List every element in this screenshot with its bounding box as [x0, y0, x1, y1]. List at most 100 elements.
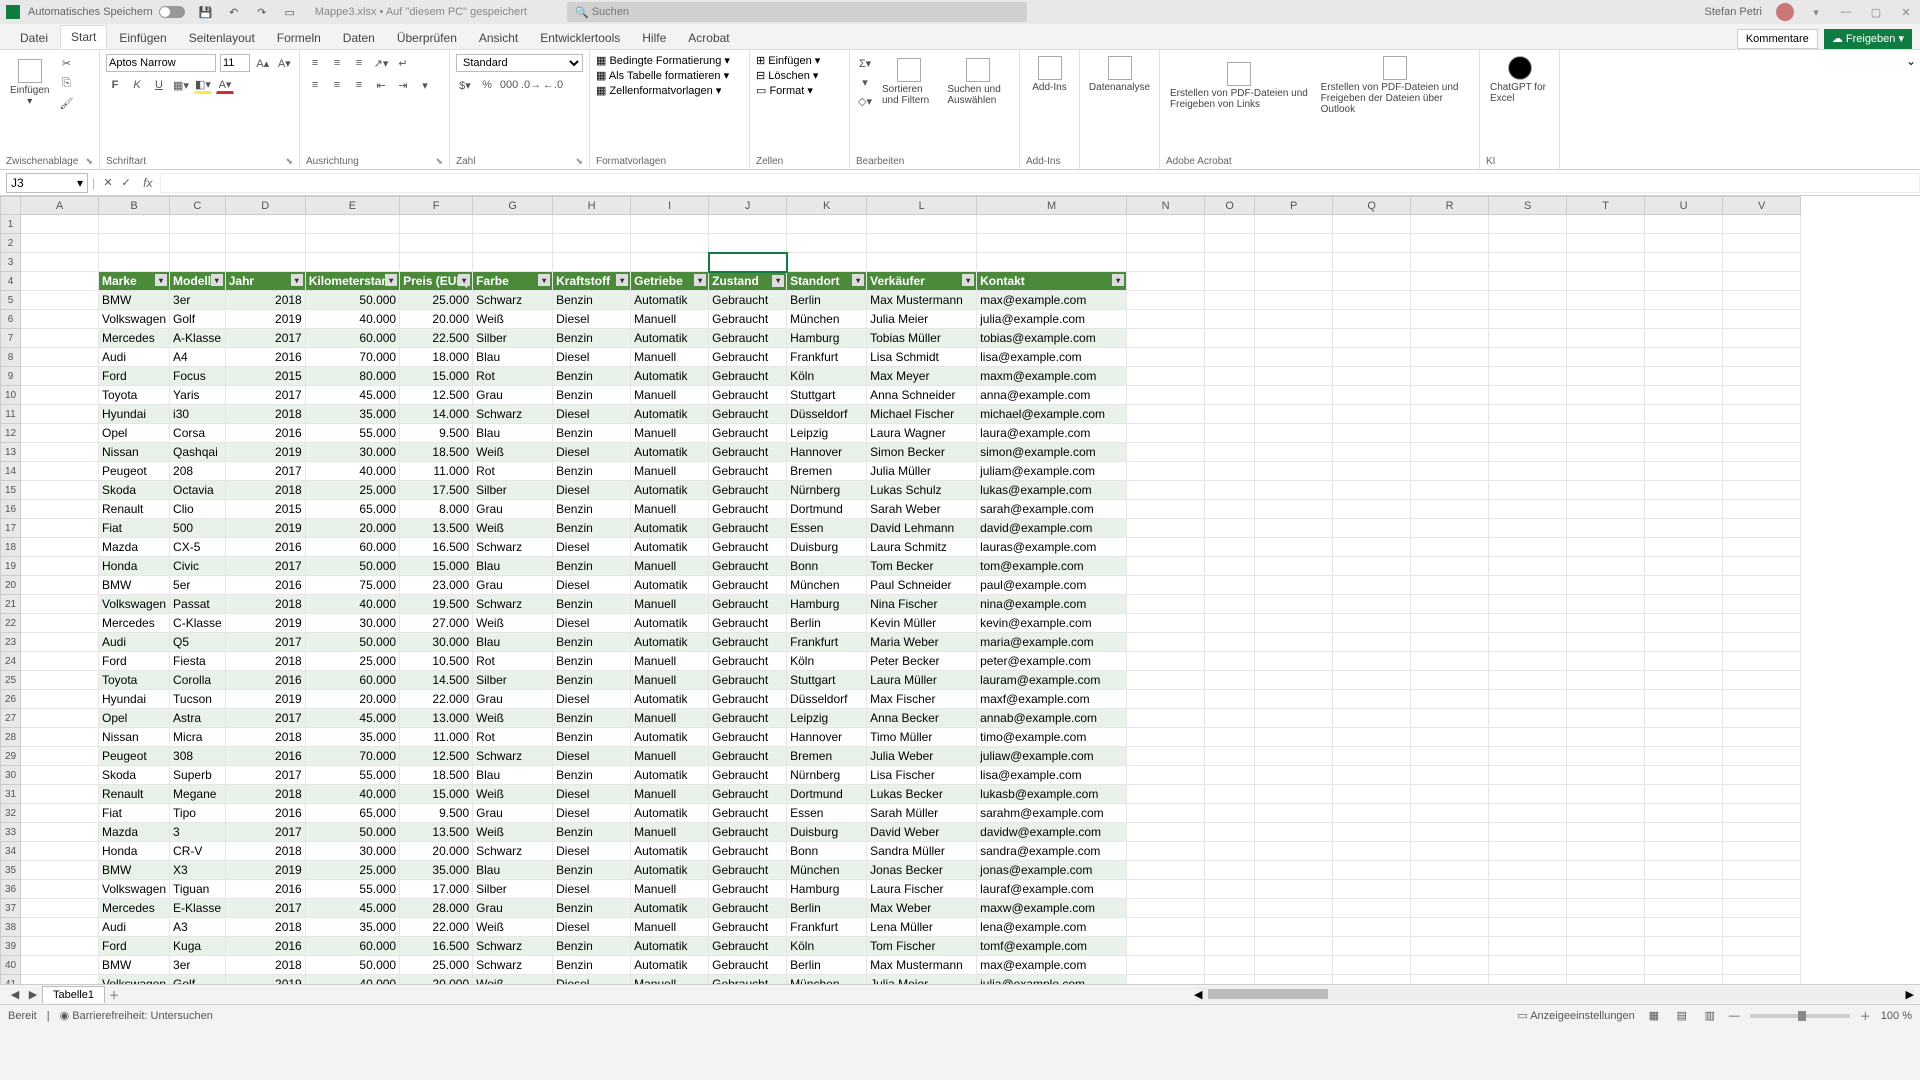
table-cell[interactable]: Automatik	[631, 861, 709, 880]
sort-filter-button[interactable]: Sortieren und Filtern	[878, 56, 939, 108]
row-header[interactable]: 8	[1, 348, 21, 367]
table-header[interactable]: Jahr▾	[225, 272, 305, 291]
cell[interactable]	[1567, 804, 1645, 823]
cell[interactable]	[1645, 367, 1723, 386]
table-cell[interactable]: maxf@example.com	[977, 690, 1127, 709]
cell[interactable]	[1205, 481, 1255, 500]
table-cell[interactable]: 2018	[225, 785, 305, 804]
cell[interactable]	[1645, 975, 1723, 985]
cell[interactable]	[1489, 975, 1567, 985]
table-cell[interactable]: Astra	[170, 709, 226, 728]
table-cell[interactable]: 14.500	[400, 671, 473, 690]
cell[interactable]	[1333, 215, 1411, 234]
table-cell[interactable]: 2018	[225, 842, 305, 861]
table-cell[interactable]: 25.000	[305, 481, 399, 500]
row-header[interactable]: 39	[1, 937, 21, 956]
cell[interactable]	[1205, 462, 1255, 481]
decrease-indent-icon[interactable]: ⇤	[372, 76, 390, 94]
cell[interactable]	[1567, 823, 1645, 842]
column-header[interactable]: D	[225, 197, 305, 215]
cell[interactable]	[1255, 728, 1333, 747]
table-cell[interactable]: Berlin	[787, 614, 867, 633]
table-cell[interactable]: Gebraucht	[709, 481, 787, 500]
table-cell[interactable]: tobias@example.com	[977, 329, 1127, 348]
decrease-font-icon[interactable]: A▾	[276, 54, 294, 72]
cell[interactable]	[1333, 804, 1411, 823]
cell[interactable]	[867, 253, 977, 272]
cell[interactable]	[631, 234, 709, 253]
cell[interactable]	[1411, 918, 1489, 937]
row-header[interactable]: 1	[1, 215, 21, 234]
table-cell[interactable]: Weiß	[473, 709, 553, 728]
cell[interactable]	[1127, 329, 1205, 348]
cell[interactable]	[1723, 937, 1801, 956]
table-cell[interactable]: Gebraucht	[709, 804, 787, 823]
table-cell[interactable]: 18.500	[400, 766, 473, 785]
cell[interactable]	[1127, 291, 1205, 310]
table-cell[interactable]: Laura Fischer	[867, 880, 977, 899]
table-cell[interactable]: Weiß	[473, 785, 553, 804]
column-header[interactable]: P	[1255, 197, 1333, 215]
cell[interactable]	[1723, 310, 1801, 329]
table-cell[interactable]: Automatik	[631, 633, 709, 652]
table-cell[interactable]: Manuell	[631, 557, 709, 576]
cell[interactable]	[1127, 937, 1205, 956]
cell[interactable]	[1645, 785, 1723, 804]
table-cell[interactable]: Manuell	[631, 652, 709, 671]
table-cell[interactable]: Blau	[473, 348, 553, 367]
row-header[interactable]: 32	[1, 804, 21, 823]
cell[interactable]	[1411, 975, 1489, 985]
cell[interactable]	[1567, 424, 1645, 443]
table-cell[interactable]: Julia Meier	[867, 310, 977, 329]
column-header[interactable]: V	[1723, 197, 1801, 215]
table-cell[interactable]: Manuell	[631, 671, 709, 690]
wrap-text-icon[interactable]: ↵	[394, 54, 412, 72]
cell[interactable]	[1411, 215, 1489, 234]
cell[interactable]	[1489, 367, 1567, 386]
addins-button[interactable]: Add-Ins	[1026, 54, 1073, 95]
cell[interactable]	[1645, 614, 1723, 633]
table-cell[interactable]: Michael Fischer	[867, 405, 977, 424]
cell[interactable]	[1489, 253, 1567, 272]
cell[interactable]	[1723, 918, 1801, 937]
table-cell[interactable]: Manuell	[631, 310, 709, 329]
cell[interactable]	[1723, 215, 1801, 234]
table-cell[interactable]: Paul Schneider	[867, 576, 977, 595]
cell[interactable]	[1645, 690, 1723, 709]
table-header[interactable]: Farbe▾	[473, 272, 553, 291]
table-cell[interactable]: Weiß	[473, 918, 553, 937]
table-cell[interactable]: 13.000	[400, 709, 473, 728]
table-cell[interactable]: 55.000	[305, 880, 399, 899]
share-button[interactable]: ☁ Freigeben ▾	[1824, 29, 1912, 49]
cell[interactable]	[1127, 880, 1205, 899]
cell[interactable]	[1723, 500, 1801, 519]
table-cell[interactable]: Manuell	[631, 975, 709, 985]
row-header[interactable]: 41	[1, 975, 21, 985]
table-cell[interactable]: 2018	[225, 918, 305, 937]
cell[interactable]	[1411, 956, 1489, 975]
table-cell[interactable]: Stuttgart	[787, 671, 867, 690]
redo-icon[interactable]: ↷	[253, 3, 271, 21]
cell[interactable]	[1567, 348, 1645, 367]
table-cell[interactable]: 3er	[170, 291, 226, 310]
table-cell[interactable]: Corolla	[170, 671, 226, 690]
table-cell[interactable]: Manuell	[631, 880, 709, 899]
table-cell[interactable]: jonas@example.com	[977, 861, 1127, 880]
table-cell[interactable]: Benzin	[553, 899, 631, 918]
cell[interactable]	[1723, 595, 1801, 614]
cell[interactable]	[1255, 690, 1333, 709]
table-cell[interactable]: Essen	[787, 804, 867, 823]
cell[interactable]	[1645, 443, 1723, 462]
table-cell[interactable]: Gebraucht	[709, 500, 787, 519]
new-sheet-icon[interactable]: ＋	[105, 986, 123, 1004]
cell[interactable]	[1723, 291, 1801, 310]
table-cell[interactable]: David Lehmann	[867, 519, 977, 538]
table-cell[interactable]: 55.000	[305, 766, 399, 785]
cell[interactable]	[1567, 329, 1645, 348]
table-header[interactable]: Kilometerstand▾	[305, 272, 399, 291]
cell[interactable]	[1255, 215, 1333, 234]
table-cell[interactable]: 11.000	[400, 462, 473, 481]
cell[interactable]	[1723, 842, 1801, 861]
zoom-slider[interactable]	[1750, 1014, 1850, 1018]
cell[interactable]	[1333, 899, 1411, 918]
